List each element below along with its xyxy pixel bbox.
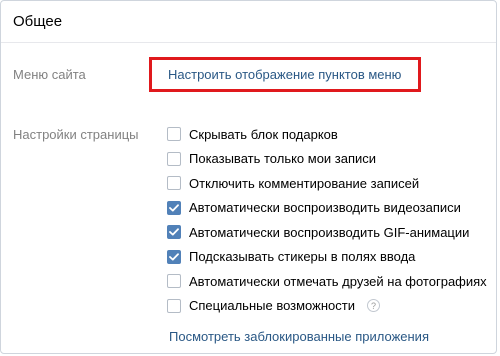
option-show-only-my-posts[interactable]: Показывать только мои записи	[167, 147, 487, 172]
help-icon[interactable]: ?	[366, 299, 380, 313]
checkbox-checked[interactable]	[167, 225, 181, 240]
section-header: Общее	[1, 1, 496, 43]
option-label: Автоматически отмечать друзей на фотогра…	[189, 273, 487, 289]
option-suggest-stickers[interactable]: Подсказывать стикеры в полях ввода	[167, 245, 487, 270]
menu-link-highlight: Настроить отображение пунктов меню	[149, 57, 421, 92]
option-accessibility[interactable]: Специальные возможности ?	[167, 294, 487, 319]
checkbox[interactable]	[167, 298, 181, 313]
checkbox-checked[interactable]	[167, 249, 181, 264]
option-label: Автоматически воспроизводить GIF-анимаци…	[189, 224, 470, 240]
checkmark-icon	[169, 204, 179, 212]
section-title: Общее	[13, 13, 63, 30]
option-disable-comments[interactable]: Отключить комментирование записей	[167, 171, 487, 196]
page-settings-label: Настройки страницы	[13, 127, 139, 142]
blocked-apps-link[interactable]: Посмотреть заблокированные приложения	[169, 329, 429, 344]
settings-panel: Общее Меню сайта Настроить отображение п…	[0, 0, 497, 354]
checkbox[interactable]	[167, 127, 181, 142]
option-hide-gifts[interactable]: Скрывать блок подарков	[167, 122, 487, 147]
option-label: Показывать только мои записи	[189, 151, 377, 167]
configure-menu-link[interactable]: Настроить отображение пунктов меню	[168, 67, 401, 82]
checkbox[interactable]	[167, 151, 181, 166]
menu-label: Меню сайта	[13, 67, 86, 82]
option-auto-tag-friends[interactable]: Автоматически отмечать друзей на фотогра…	[167, 269, 487, 294]
checkmark-icon	[169, 253, 179, 261]
checkbox[interactable]	[167, 176, 181, 191]
checkbox[interactable]	[167, 274, 181, 289]
page-settings-options: Скрывать блок подарков Показывать только…	[167, 122, 487, 318]
option-label: Скрывать блок подарков	[189, 126, 338, 142]
option-label: Специальные возможности	[189, 298, 355, 314]
option-label: Отключить комментирование записей	[189, 175, 420, 191]
checkbox-checked[interactable]	[167, 200, 181, 215]
option-autoplay-gif[interactable]: Автоматически воспроизводить GIF-анимаци…	[167, 220, 487, 245]
option-label: Автоматически воспроизводить видеозаписи	[189, 200, 461, 216]
option-autoplay-video[interactable]: Автоматически воспроизводить видеозаписи	[167, 196, 487, 221]
checkmark-icon	[169, 228, 179, 236]
option-label: Подсказывать стикеры в полях ввода	[189, 249, 416, 265]
